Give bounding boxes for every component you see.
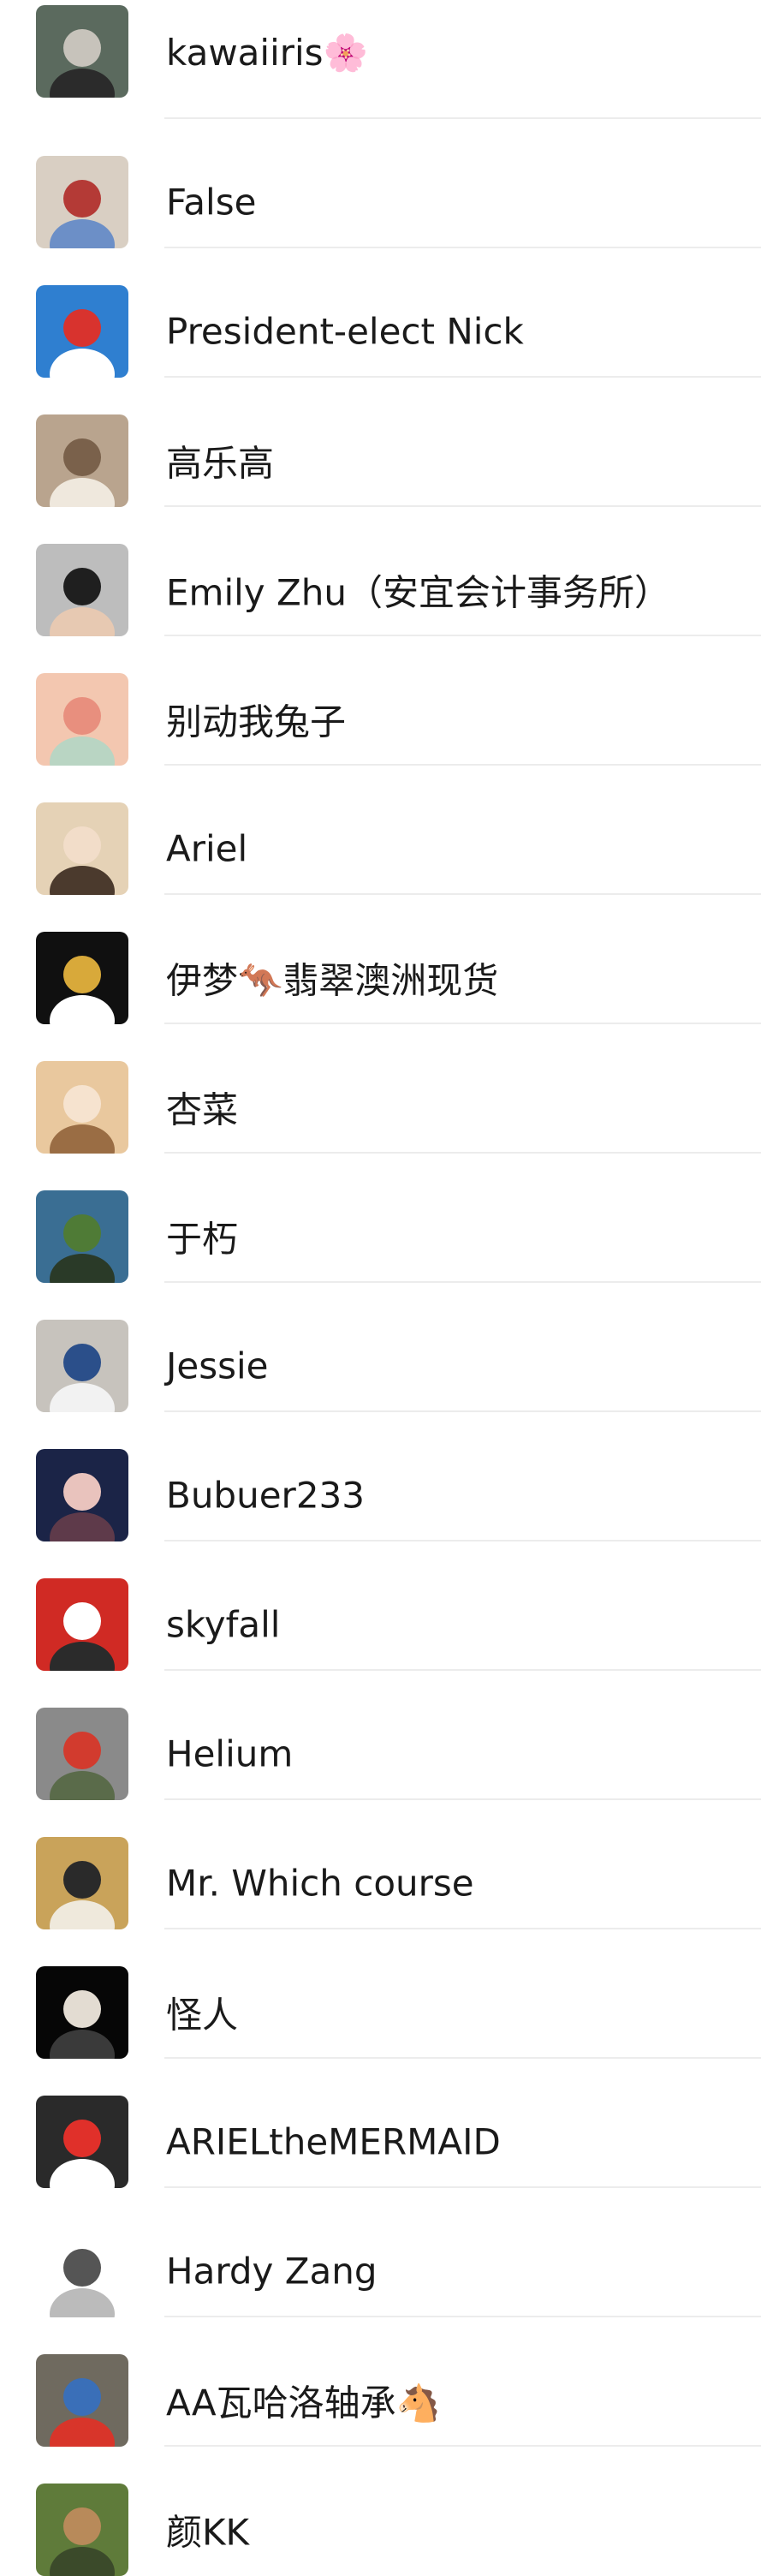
contact-name: Ariel <box>166 827 248 870</box>
contact-row[interactable]: 颜KK <box>0 2447 761 2576</box>
red-hair-figure-avatar[interactable] <box>36 2096 128 2188</box>
contact-row[interactable]: President-elect Nick <box>0 248 761 378</box>
contact-name: ARIELtheMERMAID <box>166 2120 501 2163</box>
contact-list: kawaiiris🌸 False President-elect Nick 高乐高 Em… <box>0 0 761 2576</box>
red-fox-toy-avatar[interactable] <box>36 1578 128 1671</box>
contact-name: kawaiiris🌸 <box>166 32 368 74</box>
contact-name: Bubuer233 <box>166 1474 365 1517</box>
contact-row[interactable]: 伊梦🦘翡翠澳洲现货 <box>0 895 761 1024</box>
contact-row[interactable]: 怪人 <box>0 1929 761 2059</box>
airplane-cartoon-avatar[interactable] <box>36 285 128 378</box>
contact-row[interactable]: ARIELtheMERMAID <box>0 2059 761 2188</box>
contact-row[interactable]: Jessie <box>0 1283 761 1412</box>
woman-photo-avatar[interactable] <box>36 5 128 98</box>
contact-row[interactable]: 高乐高 <box>0 378 761 507</box>
dogs-photo-avatar[interactable] <box>36 414 128 507</box>
contact-name: AA瓦哈洛轴承🐴 <box>166 2382 441 2424</box>
skull-mask-avatar[interactable] <box>36 1966 128 2059</box>
contact-name: Hardy Zang <box>166 2250 378 2293</box>
park-photo-avatar[interactable] <box>36 1190 128 1283</box>
blonde-portrait-avatar[interactable] <box>36 802 128 895</box>
contact-name: Emily Zhu（安宜会计事务所） <box>166 571 671 614</box>
contact-name: skyfall <box>166 1603 281 1646</box>
contact-name: 于朽 <box>166 1218 239 1261</box>
contact-name: 杏菜 <box>166 1088 239 1131</box>
contact-row[interactable]: Mr. Which course <box>0 1800 761 1929</box>
contact-row[interactable]: 于朽 <box>0 1154 761 1283</box>
blonde-doll-avatar[interactable] <box>36 1061 128 1154</box>
girl-selfie-avatar[interactable] <box>36 673 128 766</box>
panda-gold-avatar[interactable] <box>36 932 128 1024</box>
contact-name: False <box>166 181 257 224</box>
contact-name: 伊梦🦘翡翠澳洲现货 <box>166 959 499 1002</box>
sketch-figure-avatar[interactable] <box>36 2225 128 2317</box>
contact-row[interactable]: kawaiiris🌸 <box>0 0 761 119</box>
contact-row[interactable]: Emily Zhu（安宜会计事务所） <box>0 507 761 636</box>
contact-row[interactable]: 杏菜 <box>0 1024 761 1154</box>
contact-name: 颜KK <box>166 2511 250 2554</box>
contact-row[interactable]: Hardy Zang <box>0 2188 761 2317</box>
woman-portrait-avatar[interactable] <box>36 544 128 636</box>
contact-row[interactable]: skyfall <box>0 1541 761 1671</box>
contact-row[interactable]: 别动我兔子 <box>0 636 761 766</box>
contact-row[interactable]: False <box>0 119 761 248</box>
mermaid-cartoon-avatar[interactable] <box>36 1708 128 1800</box>
contact-row[interactable]: AA瓦哈洛轴承🐴 <box>0 2317 761 2447</box>
contact-row[interactable]: Bubuer233 <box>0 1412 761 1541</box>
contact-row[interactable]: Helium <box>0 1671 761 1800</box>
contact-name: Jessie <box>166 1345 269 1387</box>
contact-name: 高乐高 <box>166 442 275 485</box>
contact-name: Mr. Which course <box>166 1862 474 1905</box>
dark-portrait-avatar[interactable] <box>36 1449 128 1541</box>
contact-name: Helium <box>166 1732 294 1775</box>
contact-row[interactable]: Ariel <box>0 766 761 895</box>
cat-garden-avatar[interactable] <box>36 2484 128 2576</box>
couple-photo-avatar[interactable] <box>36 156 128 248</box>
contact-name: President-elect Nick <box>166 310 524 353</box>
outdoor-child-avatar[interactable] <box>36 2354 128 2447</box>
contact-name: 别动我兔子 <box>166 701 347 743</box>
child-panda-avatar[interactable] <box>36 1320 128 1412</box>
warrior-drawing-avatar[interactable] <box>36 1837 128 1929</box>
contact-name: 怪人 <box>166 1994 239 2036</box>
